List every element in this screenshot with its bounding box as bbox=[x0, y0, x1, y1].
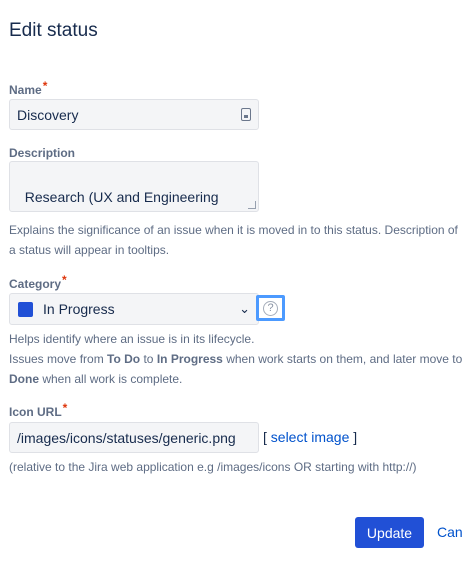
help-text: Issues move from bbox=[9, 352, 108, 366]
category-help-line3: Done when all work is complete. bbox=[9, 369, 182, 389]
dialog-title: Edit status bbox=[9, 20, 98, 41]
name-label: Name* bbox=[9, 79, 47, 97]
description-field[interactable]: Research (UX and Engineering Research sp… bbox=[9, 161, 259, 212]
icon-url-help: (relative to the Jira web application e.… bbox=[9, 460, 417, 474]
icon-url-label-text: Icon URL bbox=[9, 405, 62, 419]
bracket-open: [ bbox=[263, 429, 267, 445]
bracket-close: ] bbox=[353, 429, 358, 445]
resize-grip-icon[interactable] bbox=[248, 201, 256, 209]
icon-url-field[interactable]: /images/icons/statuses/generic.png bbox=[9, 422, 259, 453]
category-label: Category* bbox=[9, 273, 67, 291]
update-button[interactable]: Update bbox=[355, 517, 424, 548]
name-value: Discovery bbox=[17, 107, 79, 123]
status-done: Done bbox=[9, 372, 39, 386]
description-label: Description bbox=[9, 146, 76, 160]
description-value: Research (UX and Engineering Research sp… bbox=[17, 189, 219, 211]
category-help-line2: Issues move from To Do to In Progress wh… bbox=[9, 349, 462, 369]
select-image-link[interactable]: select image bbox=[271, 429, 350, 445]
category-value: In Progress bbox=[43, 301, 115, 317]
question-circle-icon: ? bbox=[263, 300, 278, 316]
select-image-group: [ select image ] bbox=[263, 429, 357, 445]
category-help-button[interactable]: ? bbox=[256, 295, 285, 321]
help-text: when work starts on them, and later move… bbox=[222, 352, 463, 366]
help-text: to bbox=[140, 352, 157, 366]
cancel-link[interactable]: Cancel bbox=[437, 524, 463, 540]
category-label-text: Category bbox=[9, 277, 62, 291]
category-help-line1: Helps identify where an issue is in its … bbox=[9, 332, 255, 346]
required-marker: * bbox=[42, 79, 48, 93]
required-marker: * bbox=[62, 273, 67, 287]
name-label-text: Name bbox=[9, 83, 42, 97]
status-to-do: To Do bbox=[107, 352, 141, 366]
required-marker: * bbox=[62, 401, 68, 415]
description-help: Explains the significance of an issue wh… bbox=[9, 223, 458, 237]
icon-url-label: Icon URL* bbox=[9, 401, 67, 419]
chevron-down-icon: ⌄ bbox=[239, 301, 250, 316]
status-in-progress: In Progress bbox=[156, 352, 223, 366]
category-select[interactable]: In Progress ⌄ bbox=[9, 293, 259, 325]
icon-url-value: /images/icons/statuses/generic.png bbox=[17, 430, 236, 446]
contact-card-icon bbox=[241, 108, 251, 121]
help-text: when all work is complete. bbox=[39, 372, 183, 386]
category-color-swatch bbox=[18, 301, 33, 317]
description-help-line2: a status will appear in tooltips. bbox=[9, 243, 170, 257]
name-field[interactable]: Discovery bbox=[9, 99, 259, 130]
